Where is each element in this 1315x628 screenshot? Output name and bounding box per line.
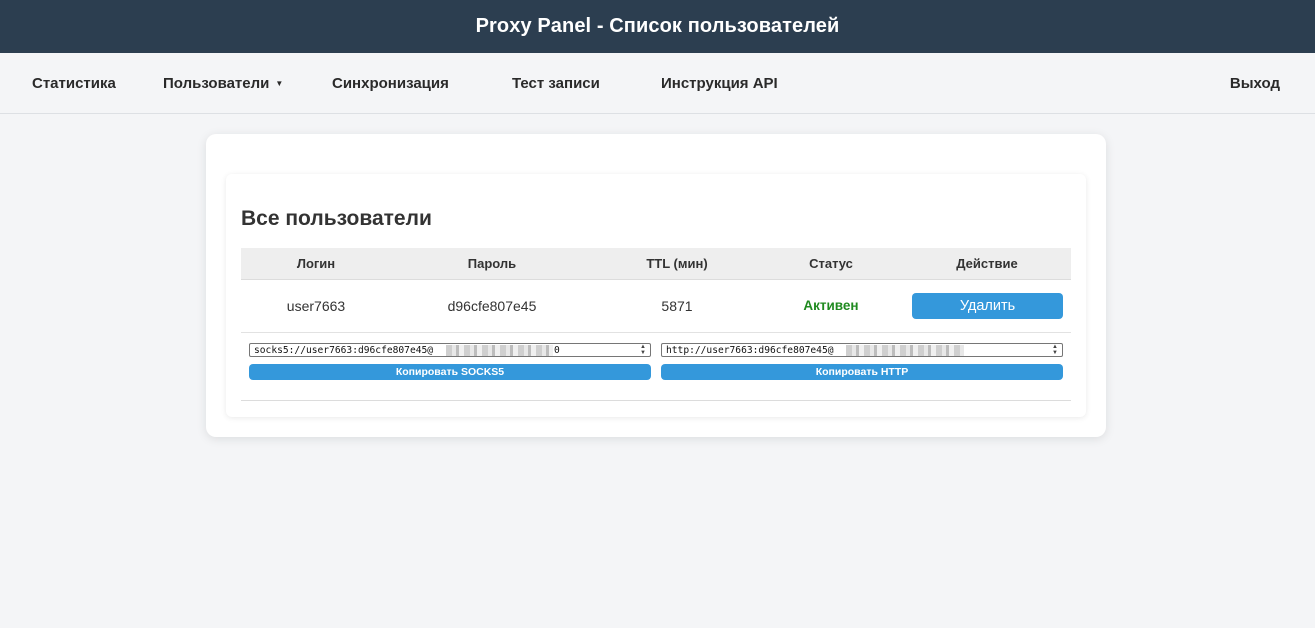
- spinner-icon[interactable]: ▲ ▼: [638, 344, 648, 356]
- cell-password: d96cfe807e45: [447, 298, 537, 314]
- col-status: Статус: [809, 256, 853, 271]
- http-proxy-text: http://user7663:d96cfe807e45@: [666, 345, 834, 356]
- redacted-host: [846, 345, 964, 356]
- col-password: Пароль: [467, 256, 517, 271]
- col-action: Действие: [956, 256, 1018, 271]
- redacted-host: [446, 345, 553, 356]
- nav-api-docs[interactable]: Инструкция API: [661, 53, 778, 113]
- app-header: Proxy Panel - Список пользователей: [0, 0, 1315, 53]
- status-badge: Активен: [803, 298, 859, 313]
- copy-http-button[interactable]: Копировать HTTP: [661, 364, 1063, 380]
- users-card: Все пользователи Логин Пароль TTL (мин) …: [226, 174, 1086, 417]
- socks5-proxy-text: socks5://user7663:d96cfe807e45@: [254, 345, 434, 356]
- nav-sync[interactable]: Синхронизация: [332, 53, 449, 113]
- caret-down-icon: ▼: [275, 79, 284, 88]
- socks5-proxy-field[interactable]: socks5://user7663:d96cfe807e45@ 0 ▲ ▼: [249, 343, 651, 357]
- section-title: Все пользователи: [241, 207, 432, 230]
- col-ttl: TTL (мин): [646, 256, 708, 271]
- table-header: Логин Пароль TTL (мин) Статус Действие: [241, 248, 1071, 280]
- copy-socks5-button[interactable]: Копировать SOCKS5: [249, 364, 651, 380]
- nav-stats[interactable]: Статистика: [32, 53, 116, 113]
- spinner-icon[interactable]: ▲ ▼: [1050, 344, 1060, 356]
- nav-logout[interactable]: Выход: [1230, 53, 1280, 113]
- cell-login: user7663: [286, 298, 346, 314]
- delete-user-button[interactable]: Удалить: [912, 293, 1063, 319]
- nav-write-test[interactable]: Тест записи: [512, 53, 600, 113]
- main-card: Все пользователи Логин Пароль TTL (мин) …: [206, 134, 1106, 437]
- nav-users-dropdown[interactable]: Пользователи ▼: [163, 53, 283, 113]
- http-proxy-field[interactable]: http://user7663:d96cfe807e45@ ▲ ▼: [661, 343, 1063, 357]
- cell-ttl: 5871: [661, 298, 693, 314]
- page-title: Proxy Panel - Список пользователей: [475, 15, 840, 37]
- socks5-proxy-tail: 0: [554, 345, 560, 356]
- col-login: Логин: [296, 256, 336, 271]
- proxy-strings-row: socks5://user7663:d96cfe807e45@ 0 ▲ ▼ Коп…: [241, 333, 1071, 401]
- top-nav: Статистика Пользователи ▼ Синхронизация Т…: [0, 53, 1315, 114]
- table-row: user7663 d96cfe807e45 5871 Активен Удали…: [241, 280, 1071, 333]
- nav-users-label: Пользователи: [163, 75, 270, 92]
